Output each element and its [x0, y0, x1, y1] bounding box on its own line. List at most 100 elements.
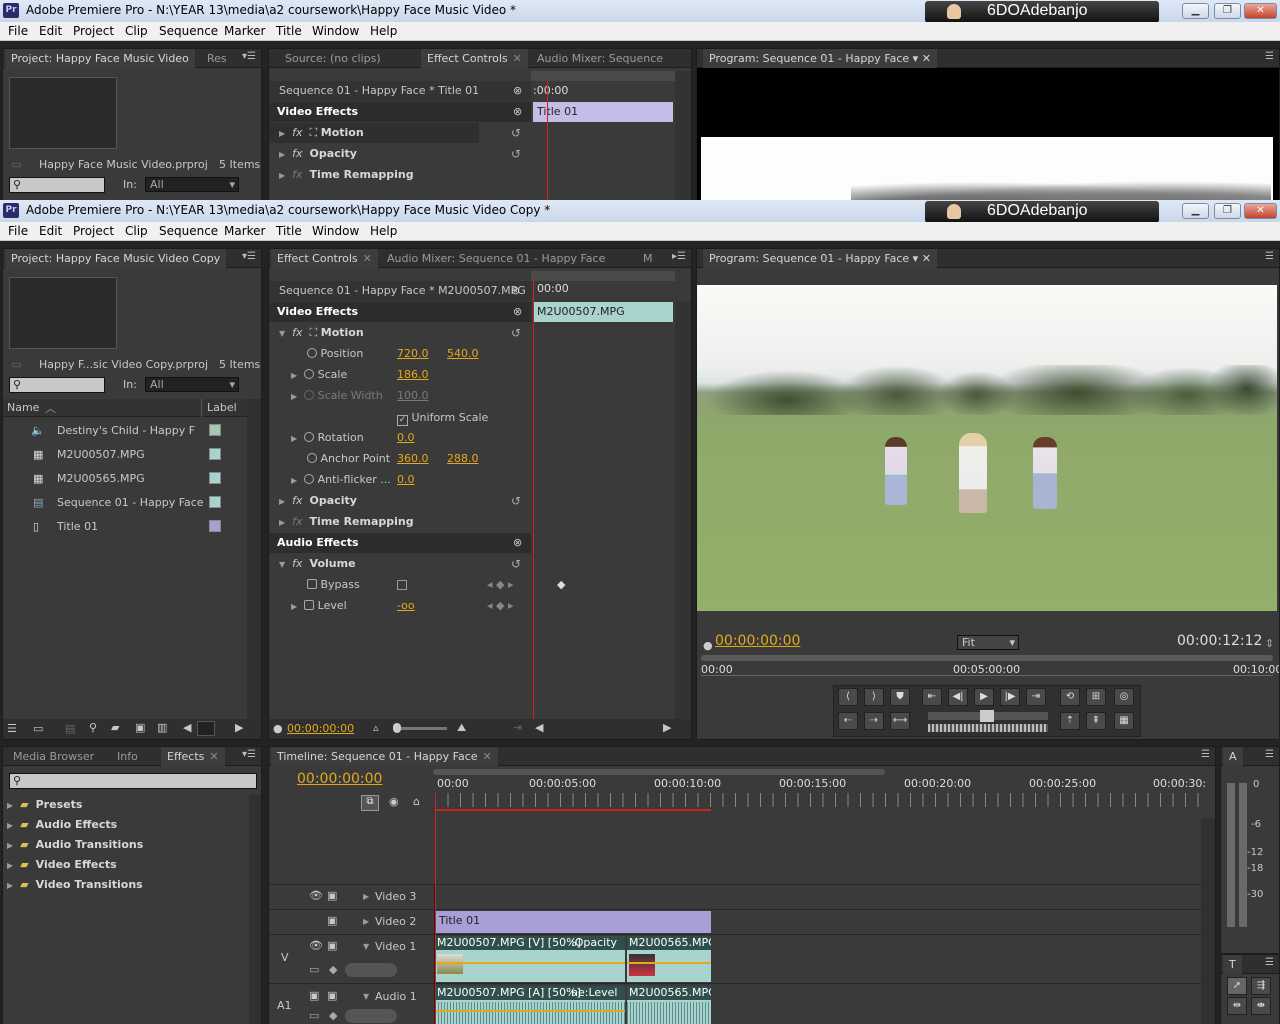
tab-tools[interactable]: T	[1223, 955, 1242, 974]
stopwatch-icon[interactable]	[307, 453, 317, 463]
lock-icon[interactable]: ▣	[327, 989, 337, 1002]
mark-out-button[interactable]: ⟩	[864, 688, 884, 706]
panel-menu-icon[interactable]: ☰	[1201, 749, 1210, 760]
col-name[interactable]: Name	[7, 401, 39, 414]
stopwatch-icon[interactable]	[304, 600, 315, 610]
keyframe-nav-icon[interactable]: ◂ ◆ ▸	[487, 596, 514, 616]
zoom-fit-dropdown[interactable]: Fit ▾	[957, 635, 1019, 650]
keyframe-nav[interactable]	[345, 1009, 397, 1023]
title-bar[interactable]: Pr Adobe Premiere Pro - N:\YEAR 13\media…	[0, 0, 1280, 23]
volume-row[interactable]: ▼ fx Volume	[279, 554, 356, 574]
marker-button[interactable]: ⛊	[890, 688, 910, 706]
menu-clip[interactable]: Clip	[125, 24, 148, 38]
go-to-next-edit-button[interactable]: ⇢	[864, 712, 884, 730]
display-style-icon[interactable]: ▭	[309, 963, 319, 976]
menu-marker[interactable]: Marker	[224, 224, 265, 238]
bypass-checkbox[interactable]	[397, 580, 407, 590]
lock-icon[interactable]: ▣	[327, 939, 337, 952]
ec-clip-bar[interactable]: Title 01	[533, 102, 673, 122]
program-scrub-bar[interactable]	[701, 655, 1273, 661]
close-icon[interactable]: ✕	[513, 52, 522, 65]
track-target-v[interactable]: V	[281, 951, 289, 964]
in-dropdown[interactable]: All ▾	[145, 377, 239, 392]
tab-program[interactable]: Program: Sequence 01 - Happy Face ▾ ✕	[703, 49, 937, 68]
expand-triangle-icon[interactable]: ▶	[279, 497, 285, 506]
panel-menu-icon[interactable]: ▾☰	[242, 749, 256, 760]
list-item[interactable]: 🔈 Destiny's Child - Happy F	[3, 419, 247, 443]
timeline-current-time[interactable]: 00:00:00:00	[297, 771, 382, 787]
keyframe-icon[interactable]: ◆	[557, 575, 565, 595]
panel-menu-icon[interactable]: ☰	[1265, 51, 1274, 62]
ec-time-ruler-bar[interactable]	[531, 71, 675, 81]
expand-triangle-icon[interactable]: ▶	[291, 476, 297, 485]
tab-resources[interactable]: Res	[201, 49, 233, 68]
list-item[interactable]: ▦ M2U00507.MPG	[3, 443, 247, 467]
label-swatch[interactable]	[209, 472, 221, 484]
keyframe-nav-icon[interactable]: ◂ ◆ ▸	[487, 575, 514, 595]
menu-help[interactable]: Help	[370, 224, 397, 238]
keyframe-nav[interactable]	[345, 963, 397, 977]
speaker-icon[interactable]: ▣	[309, 989, 319, 1002]
tab-project[interactable]: Project: Happy Face Music Video	[5, 49, 195, 68]
opacity-row[interactable]: ▶ fx Opacity	[279, 491, 357, 511]
snap-icon[interactable]: ⧉	[361, 795, 379, 811]
tab-info[interactable]: Info	[111, 747, 144, 766]
expand-triangle-icon[interactable]: ▶	[7, 841, 13, 850]
toggle-icon[interactable]: ⊗	[513, 302, 522, 322]
menu-file[interactable]: File	[8, 224, 28, 238]
label-swatch[interactable]	[209, 520, 221, 532]
jog-wheel[interactable]	[928, 724, 1048, 732]
motion-row[interactable]: ▶ fx ⛶ Motion	[269, 123, 479, 143]
lock-icon[interactable]: ▣	[327, 914, 337, 927]
label-swatch[interactable]	[209, 424, 221, 436]
ripple-edit-tool[interactable]: ⇹	[1227, 997, 1247, 1015]
panel-menu-icon[interactable]: ▾☰	[242, 51, 256, 62]
in-dropdown[interactable]: All ▾	[145, 177, 239, 192]
rolling-edit-tool[interactable]: ⇼	[1251, 997, 1271, 1015]
antiflicker-value[interactable]: 0.0	[397, 470, 415, 490]
ec-scrollbar[interactable]	[675, 301, 691, 719]
track-target-a1[interactable]: A1	[277, 999, 292, 1012]
uniform-scale-checkbox[interactable]: ✓	[397, 415, 408, 426]
stopwatch-icon[interactable]	[307, 348, 317, 358]
project-search-input[interactable]: ⚲	[9, 377, 105, 393]
menu-title[interactable]: Title	[276, 224, 302, 238]
new-item-icon[interactable]: ▣	[135, 721, 145, 734]
project-scrollbar[interactable]	[247, 399, 261, 719]
time-remap-row[interactable]: ▶ fx Time Remapping	[279, 512, 414, 532]
stopwatch-icon[interactable]	[304, 369, 315, 379]
play-in-to-out-button[interactable]: ⟷	[890, 712, 910, 730]
folder-audio-transitions[interactable]: ▶ ▰ Audio Transitions	[7, 835, 143, 855]
safe-margins-button[interactable]: ⊞	[1086, 688, 1106, 706]
clip-m2u00507-video[interactable]: M2U00507.MPG [V] [50%]:Opacity	[435, 936, 625, 982]
nav-icon[interactable]: ⊗	[511, 281, 520, 301]
panel-menu-icon[interactable]: ☰	[1265, 251, 1274, 262]
motion-row[interactable]: ▼ fx ⛶ Motion	[279, 323, 364, 343]
go-to-prev-edit-button[interactable]: ⇠	[838, 712, 858, 730]
loop-button[interactable]: ⟲	[1060, 688, 1080, 706]
expand-triangle-icon[interactable]: ▶	[291, 602, 297, 611]
lift-button[interactable]: ⇡	[1060, 712, 1080, 730]
ec-clip-bar[interactable]: M2U00507.MPG	[533, 302, 673, 322]
sort-icon[interactable]: ︿	[45, 400, 56, 416]
panel-menu-icon[interactable]: ☰	[1265, 957, 1274, 968]
close-icon[interactable]: ✕	[209, 750, 218, 763]
close-icon[interactable]: ✕	[483, 750, 492, 763]
new-bin-icon[interactable]: ▰	[111, 721, 119, 734]
scroll-right-icon[interactable]: ▶	[235, 721, 243, 734]
menu-edit[interactable]: Edit	[39, 24, 62, 38]
tab-timeline[interactable]: Timeline: Sequence 01 - Happy Face ✕	[271, 747, 498, 766]
add-marker-icon[interactable]: ⌂	[413, 795, 420, 808]
menu-clip[interactable]: Clip	[125, 224, 148, 238]
restore-button[interactable]: ❐	[1214, 3, 1241, 19]
tl-ruler-ticks[interactable]	[435, 793, 1201, 807]
reset-icon[interactable]: ↺	[511, 323, 521, 343]
tab-audio-mixer[interactable]: Audio Mixer: Sequence	[531, 49, 669, 68]
collapse-triangle-icon[interactable]: ▼	[363, 992, 369, 1001]
expand-triangle-icon[interactable]: ▶	[291, 371, 297, 380]
icon-view-icon[interactable]: ▭	[33, 722, 43, 735]
menu-project[interactable]: Project	[73, 224, 114, 238]
selection-tool[interactable]: ➚	[1227, 977, 1247, 995]
tab-effect-controls[interactable]: Effect Controls ✕	[271, 249, 378, 268]
volume-line[interactable]	[435, 1010, 625, 1012]
